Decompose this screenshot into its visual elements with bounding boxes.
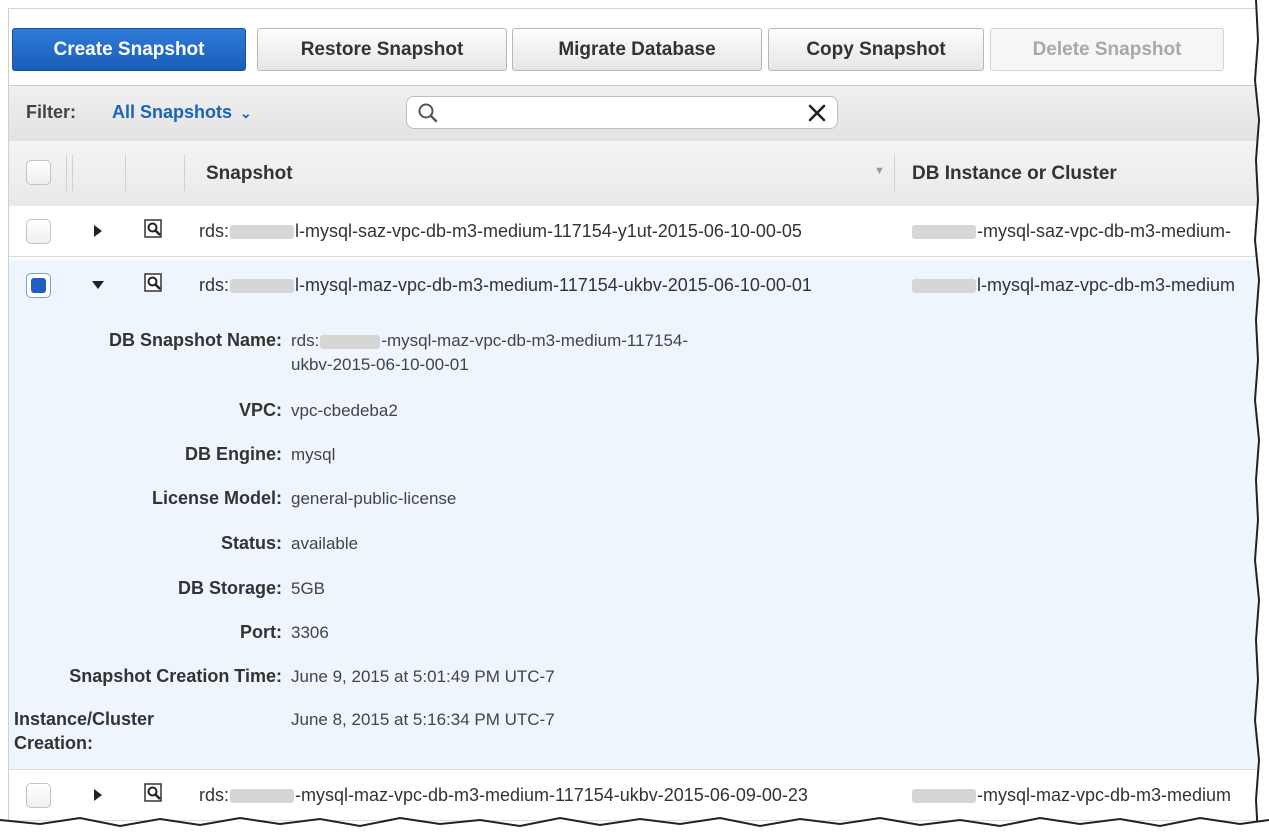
chevron-right-icon[interactable] <box>89 222 107 240</box>
toolbar: Create Snapshot Restore Snapshot Migrate… <box>9 9 1257 85</box>
detail-value-vpc: vpc-cbedeba2 <box>291 401 398 420</box>
row-checkbox[interactable] <box>26 219 51 244</box>
magnifier-icon[interactable] <box>144 219 164 239</box>
detail-label-snapshot-name: DB Snapshot Name: <box>108 330 282 350</box>
torn-edge-right <box>1253 0 1269 837</box>
redacted-text <box>230 789 295 804</box>
snapshots-panel: Create Snapshot Restore Snapshot Migrate… <box>8 8 1257 827</box>
search-box <box>406 96 838 129</box>
detail-label-creation-time: Snapshot Creation Time: <box>69 666 282 686</box>
redacted-text <box>320 334 381 349</box>
copy-snapshot-button[interactable]: Copy Snapshot <box>768 28 984 71</box>
column-separator <box>125 155 126 191</box>
db-instance-name[interactable]: -mysql-saz-vpc-db-m3-medium- <box>911 221 1231 242</box>
detail-label-instance-creation: Instance/Cluster <box>14 709 155 729</box>
close-icon[interactable] <box>807 103 827 123</box>
db-instance-name[interactable]: -mysql-maz-vpc-db-m3-medium <box>911 785 1231 806</box>
snapshot-name[interactable]: rds: l-mysql-maz-vpc-db-m3-medium-117154-… <box>199 275 812 296</box>
filter-selected-value: All Snapshots <box>112 102 233 122</box>
row-checkbox[interactable] <box>26 273 51 298</box>
snapshot-prefix: rds: <box>199 221 230 241</box>
chevron-right-icon[interactable] <box>89 786 107 804</box>
snapshot-suffix: -mysql-maz-vpc-db-m3-medium-117154-ukbv-… <box>295 785 808 805</box>
column-separator <box>72 155 73 191</box>
snapshot-suffix: l-mysql-maz-vpc-db-m3-medium-117154-ukbv… <box>295 275 812 295</box>
db-instance-text: -mysql-saz-vpc-db-m3-medium- <box>977 221 1232 241</box>
db-instance-text: l-mysql-maz-vpc-db-m3-medium <box>977 275 1236 295</box>
detail-value-instance-creation: June 8, 2015 at 5:16:34 PM UTC-7 <box>291 710 555 729</box>
column-header-db-instance[interactable]: DB Instance or Cluster <box>912 163 1117 185</box>
detail-value-snapshot-name-cont: ukbv-2015-06-10-00-01 <box>291 355 469 374</box>
detail-value-storage: 5GB <box>291 579 326 598</box>
column-separator <box>184 155 185 191</box>
detail-label-port: Port: <box>240 622 282 642</box>
column-header-snapshot[interactable]: Snapshot <box>206 163 293 185</box>
table-row[interactable]: rds: l-mysql-maz-vpc-db-m3-medium-117154-… <box>9 260 1257 311</box>
detail-label-license: License Model: <box>151 488 282 508</box>
magnifier-icon[interactable] <box>144 783 164 803</box>
column-separator <box>894 155 895 191</box>
redacted-text <box>230 225 295 240</box>
migrate-database-button[interactable]: Migrate Database <box>512 28 762 71</box>
detail-name-line1: -mysql-maz-vpc-db-m3-medium-117154- <box>381 331 689 350</box>
detail-value-snapshot-name: rds: -mysql-maz-vpc-db-m3-medium-117154- <box>291 331 688 351</box>
detail-name-prefix: rds: <box>291 331 320 350</box>
filter-label: Filter: <box>26 102 77 122</box>
redacted-text <box>912 225 976 240</box>
table-row[interactable]: rds: l-mysql-saz-vpc-db-m3-medium-117154-… <box>9 206 1257 257</box>
detail-value-license: general-public-license <box>291 489 457 508</box>
search-input[interactable] <box>447 101 801 127</box>
restore-snapshot-button[interactable]: Restore Snapshot <box>257 28 507 71</box>
chevron-down-icon: ⌄ <box>240 105 252 121</box>
db-instance-text: -mysql-maz-vpc-db-m3-medium <box>977 785 1232 805</box>
torn-edge-bottom <box>0 816 1269 837</box>
redacted-text <box>912 279 976 294</box>
detail-label-storage: DB Storage: <box>177 578 282 598</box>
snapshot-details-panel: DB Snapshot Name: rds: -mysql-maz-vpc-db-… <box>9 310 1257 770</box>
delete-snapshot-button[interactable]: Delete Snapshot <box>990 28 1224 71</box>
snapshot-prefix: rds: <box>199 275 230 295</box>
detail-value-status: available <box>291 534 359 553</box>
column-separator <box>66 155 67 191</box>
redacted-text <box>230 279 295 294</box>
detail-value-creation-time: June 9, 2015 at 5:01:49 PM UTC-7 <box>291 667 555 686</box>
search-icon <box>418 103 438 123</box>
filter-dropdown[interactable]: All Snapshots ⌄ <box>112 102 252 123</box>
detail-label-status: Status: <box>220 533 282 553</box>
filter-bar: Filter: All Snapshots ⌄ <box>9 85 1257 143</box>
chevron-down-icon[interactable] <box>89 276 107 294</box>
detail-label-engine: DB Engine: <box>185 444 282 464</box>
detail-label-vpc: VPC: <box>238 400 282 420</box>
magnifier-icon[interactable] <box>144 273 164 293</box>
snapshot-prefix: rds: <box>199 785 230 805</box>
detail-value-port: 3306 <box>291 623 329 642</box>
snapshot-name[interactable]: rds: -mysql-maz-vpc-db-m3-medium-117154-u… <box>199 785 808 806</box>
create-snapshot-button[interactable]: Create Snapshot <box>12 28 246 71</box>
row-checkbox[interactable] <box>26 783 51 808</box>
snapshot-suffix: l-mysql-saz-vpc-db-m3-medium-117154-y1ut… <box>295 221 802 241</box>
db-instance-name[interactable]: l-mysql-maz-vpc-db-m3-medium <box>911 275 1235 296</box>
sort-icon[interactable]: ▼ <box>874 165 885 177</box>
redacted-text <box>912 789 976 804</box>
select-all-checkbox[interactable] <box>26 160 51 185</box>
snapshot-name[interactable]: rds: l-mysql-saz-vpc-db-m3-medium-117154-… <box>199 221 802 242</box>
table-header: Snapshot ▼ DB Instance or Cluster <box>9 141 1257 207</box>
detail-label-instance-creation-cont: Creation: <box>14 733 94 753</box>
detail-value-engine: mysql <box>291 445 336 464</box>
